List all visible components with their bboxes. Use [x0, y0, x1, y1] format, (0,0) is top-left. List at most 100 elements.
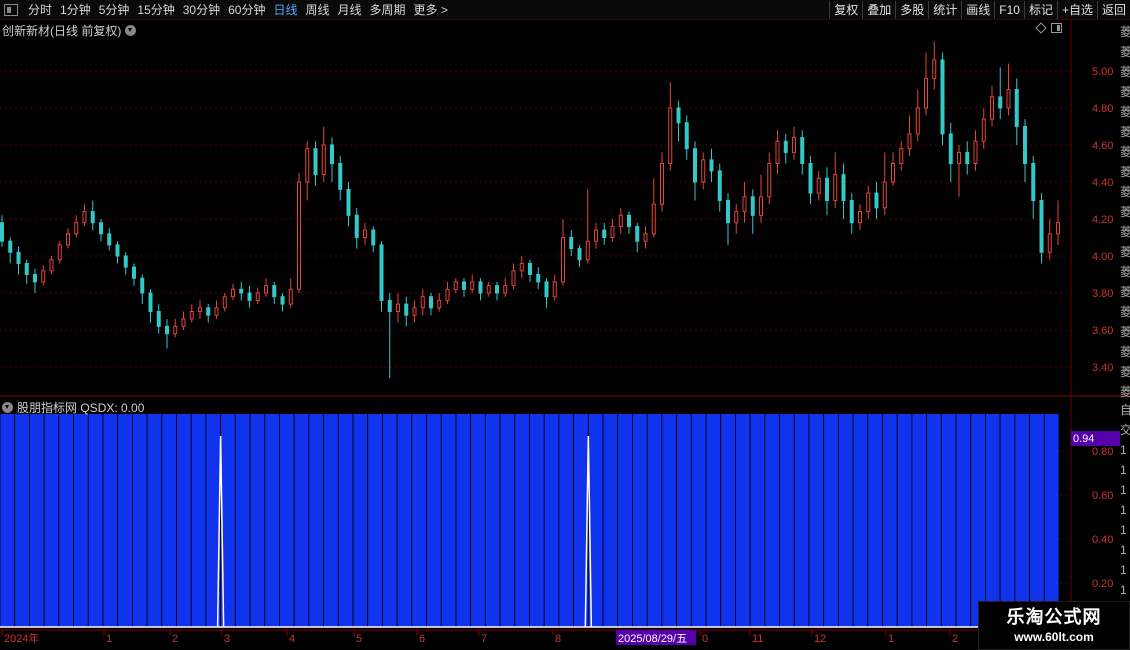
candle-body — [1047, 233, 1052, 253]
candle-body — [41, 270, 46, 283]
indicator-bar — [646, 413, 663, 628]
indicator-bar — [29, 413, 45, 628]
indicator-bar — [837, 413, 854, 628]
candle-body — [891, 163, 895, 183]
indicator-tick-label: 0.60 — [1092, 490, 1113, 502]
app-window: 分时 1分钟 5分钟 15分钟 30分钟 60分钟 日线 周线 月线 多周期 更多 > 复权 叠加 多股… — [0, 0, 1130, 650]
indicator-bar — [514, 413, 530, 628]
indicator-bar — [470, 413, 486, 628]
candle-body — [90, 211, 95, 224]
price-tick-label: 4.20 — [1092, 214, 1113, 226]
candle-body — [288, 288, 293, 305]
indicator-bar — [411, 413, 427, 628]
indicator-bar — [1043, 413, 1060, 628]
candle-body — [156, 311, 161, 327]
candle-body — [858, 211, 862, 224]
candle-body — [255, 292, 260, 301]
candle-body — [1014, 89, 1019, 127]
indicator-bar — [793, 413, 810, 628]
candle-body — [338, 163, 343, 190]
price-tick-label: 3.80 — [1092, 288, 1113, 300]
indicator-bar — [102, 413, 119, 628]
indicator-bar — [808, 413, 825, 628]
indicator-bar — [690, 413, 707, 628]
indicator-bar — [426, 413, 442, 628]
candle-body — [371, 229, 376, 246]
indicator-bar — [735, 413, 751, 628]
chart-canvas[interactable]: 5.00 4.80 4.60 4.40 4.20 4.00 3.80 3.60 3.40 0.80… — [0, 0, 1130, 650]
indicator-bar — [705, 413, 722, 628]
candle-body — [610, 225, 615, 238]
candle-body — [709, 159, 714, 172]
indicator-bar — [896, 413, 913, 628]
candle-body — [552, 281, 557, 298]
indicator-bar — [720, 413, 736, 628]
indicator-bar — [529, 413, 545, 628]
indicator-bar — [337, 413, 354, 628]
candle-body — [899, 148, 904, 164]
candle-body — [816, 177, 821, 194]
candle-body — [528, 262, 532, 275]
candle-body — [940, 59, 945, 135]
indicator-bar — [882, 413, 898, 628]
price-tick-label: 3.60 — [1092, 325, 1113, 337]
candle-body — [932, 59, 937, 79]
candle-body — [486, 285, 491, 294]
window-toggle-icon[interactable] — [1051, 23, 1062, 33]
candle-body — [1023, 126, 1027, 164]
candle-body — [462, 281, 466, 290]
candle-body — [99, 222, 103, 235]
candle-body — [222, 296, 227, 309]
x-tick-label: 2 — [952, 633, 958, 645]
watermark-logo: 乐淘公式网 www.60lt.com — [978, 601, 1130, 650]
indicator-bar — [999, 413, 1016, 628]
candle-body — [330, 144, 334, 164]
indicator-bar — [440, 413, 457, 628]
candle-body — [602, 229, 607, 239]
x-tick-label: 3 — [224, 633, 230, 645]
candle-body — [214, 307, 219, 316]
candle-body — [1031, 163, 1036, 201]
candle-body — [544, 281, 549, 298]
candle-body — [874, 192, 879, 209]
indicator-bar — [940, 413, 957, 628]
indicator-bar — [499, 413, 516, 628]
candle-body — [676, 107, 681, 124]
indicator-tick-label: 0.20 — [1092, 578, 1113, 590]
candle-body — [742, 196, 747, 213]
indicator-bar — [308, 413, 324, 628]
candle-body — [767, 163, 772, 198]
indicator-bar — [87, 413, 104, 628]
stock-title: 创新新材(日线 前复权) — [2, 22, 137, 39]
candle-body — [321, 144, 326, 176]
candle-body — [33, 274, 37, 283]
indicator-bar — [43, 413, 60, 628]
indicator-bar — [970, 413, 986, 628]
candle-body — [24, 262, 29, 275]
candle-body — [569, 237, 574, 250]
candle-body — [651, 203, 656, 235]
indicator-dropdown-icon[interactable] — [2, 402, 13, 413]
candle-body — [1006, 89, 1011, 109]
candle-body — [965, 151, 970, 164]
indicator-bar — [484, 413, 501, 628]
candle-body — [792, 137, 796, 153]
indicator-bar — [323, 413, 339, 628]
candle-body — [445, 288, 450, 301]
x-tick-label: 5 — [356, 633, 362, 645]
watermark-url: www.60lt.com — [1014, 630, 1094, 644]
candle-body — [396, 303, 400, 313]
indicator-bar — [58, 413, 74, 628]
indicator-bar — [396, 413, 413, 628]
candle-body — [123, 255, 128, 268]
indicator-bar — [367, 413, 383, 628]
candle-body — [165, 325, 169, 335]
dropdown-circle-icon[interactable] — [125, 25, 137, 36]
x-tick-label: 0 — [702, 633, 708, 645]
x-tick-label: 7 — [481, 633, 487, 645]
candle-body — [635, 225, 640, 242]
price-tick-label: 4.60 — [1092, 140, 1113, 152]
indicator-bar — [558, 413, 575, 628]
diamond-icon[interactable] — [1035, 22, 1047, 34]
candle-body — [198, 307, 202, 312]
